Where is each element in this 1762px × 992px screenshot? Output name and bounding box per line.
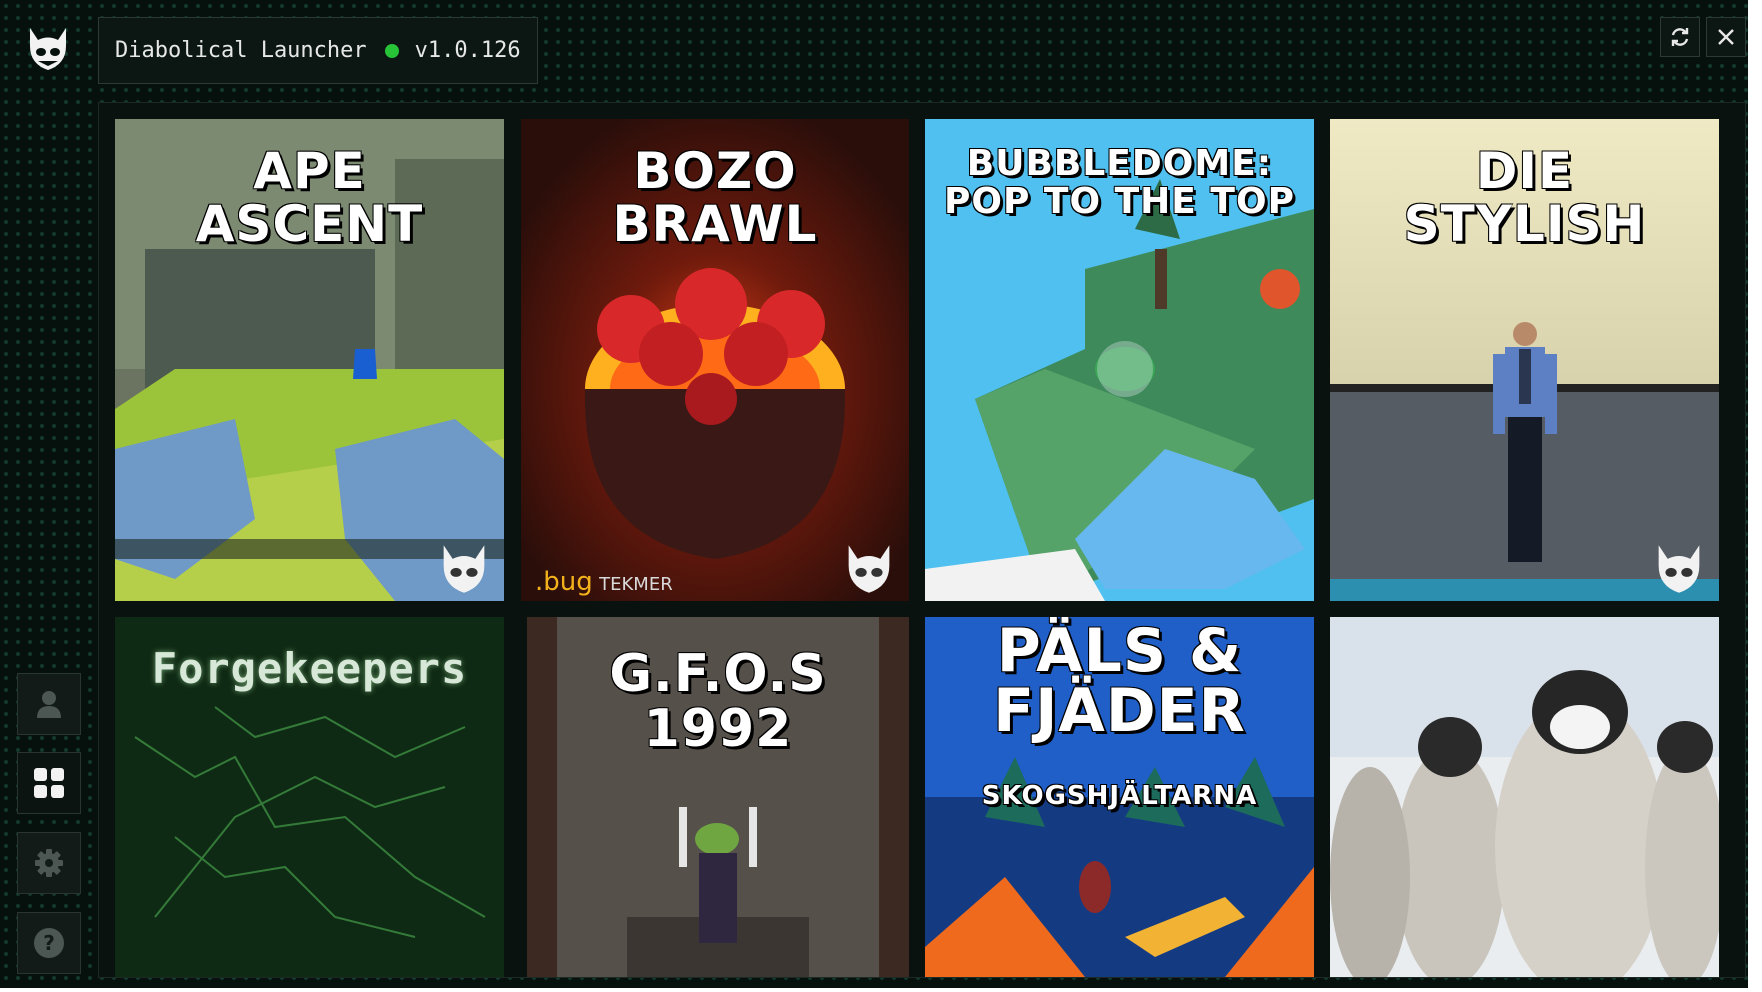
close-button[interactable]	[1706, 17, 1746, 57]
game-library-grid: APE ASCENT BOZO BRAWL .bug TEKMER BUBBLE…	[98, 102, 1746, 978]
refresh-icon	[1671, 28, 1689, 46]
game-card-forgekeepers[interactable]: Forgekeepers	[115, 617, 504, 977]
game-card-bubbledome[interactable]: BUBBLEDOME: POP TO THE TOP	[925, 119, 1314, 601]
game-title: APE ASCENT	[195, 142, 424, 253]
game-title: G.F.O.S 1992	[609, 644, 827, 759]
game-card-pals-fjader[interactable]: PÄLS & FJÄDER SKOGSHJÄLTARNA	[925, 617, 1314, 977]
game-card-penguins[interactable]	[1330, 617, 1719, 977]
game-title: Forgekeepers	[151, 644, 468, 693]
diabolical-logo-icon	[1658, 545, 1700, 593]
sidebar-item-library[interactable]	[17, 752, 81, 814]
game-title: BOZO BRAWL	[612, 142, 818, 253]
diabolical-logo-icon	[30, 28, 66, 70]
diabolical-logo-icon	[848, 545, 890, 593]
online-status-dot	[384, 43, 399, 58]
game-card-gfos-1992[interactable]: G.F.O.S 1992	[527, 617, 909, 977]
refresh-button[interactable]	[1660, 17, 1700, 57]
app-name: Diabolical Launcher	[115, 38, 367, 63]
publisher-name: TEKMER	[599, 574, 673, 595]
game-subtitle: SKOGSHJÄLTARNA	[981, 781, 1258, 811]
game-title: BUBBLEDOME: POP TO THE TOP	[944, 143, 1295, 222]
studio-name: .bug	[535, 567, 593, 597]
sidebar-item-help[interactable]: ?	[17, 912, 81, 974]
launcher-window: Diabolical Launcher v1.0.126 ? APE ASCEN…	[0, 0, 1762, 992]
grid-icon	[34, 768, 64, 798]
help-icon: ?	[34, 928, 64, 958]
user-icon	[37, 691, 61, 718]
game-title: PÄLS & FJÄDER	[993, 617, 1246, 746]
close-icon	[1718, 29, 1734, 45]
diabolical-logo-icon	[443, 545, 485, 593]
sidebar-item-profile[interactable]	[17, 673, 81, 735]
app-version: v1.0.126	[414, 38, 521, 63]
game-card-die-stylish[interactable]: DIE STYLISH	[1330, 119, 1719, 601]
game-title: DIE STYLISH	[1403, 142, 1646, 253]
gear-icon	[35, 849, 63, 877]
game-card-bozo-brawl[interactable]: BOZO BRAWL .bug TEKMER	[521, 119, 909, 601]
app-title-box: Diabolical Launcher v1.0.126	[98, 17, 538, 84]
game-cover-art	[1330, 617, 1719, 977]
publisher-credit: .bug TEKMER	[535, 567, 673, 597]
sidebar-item-settings[interactable]	[17, 832, 81, 894]
game-card-ape-ascent[interactable]: APE ASCENT	[115, 119, 504, 601]
